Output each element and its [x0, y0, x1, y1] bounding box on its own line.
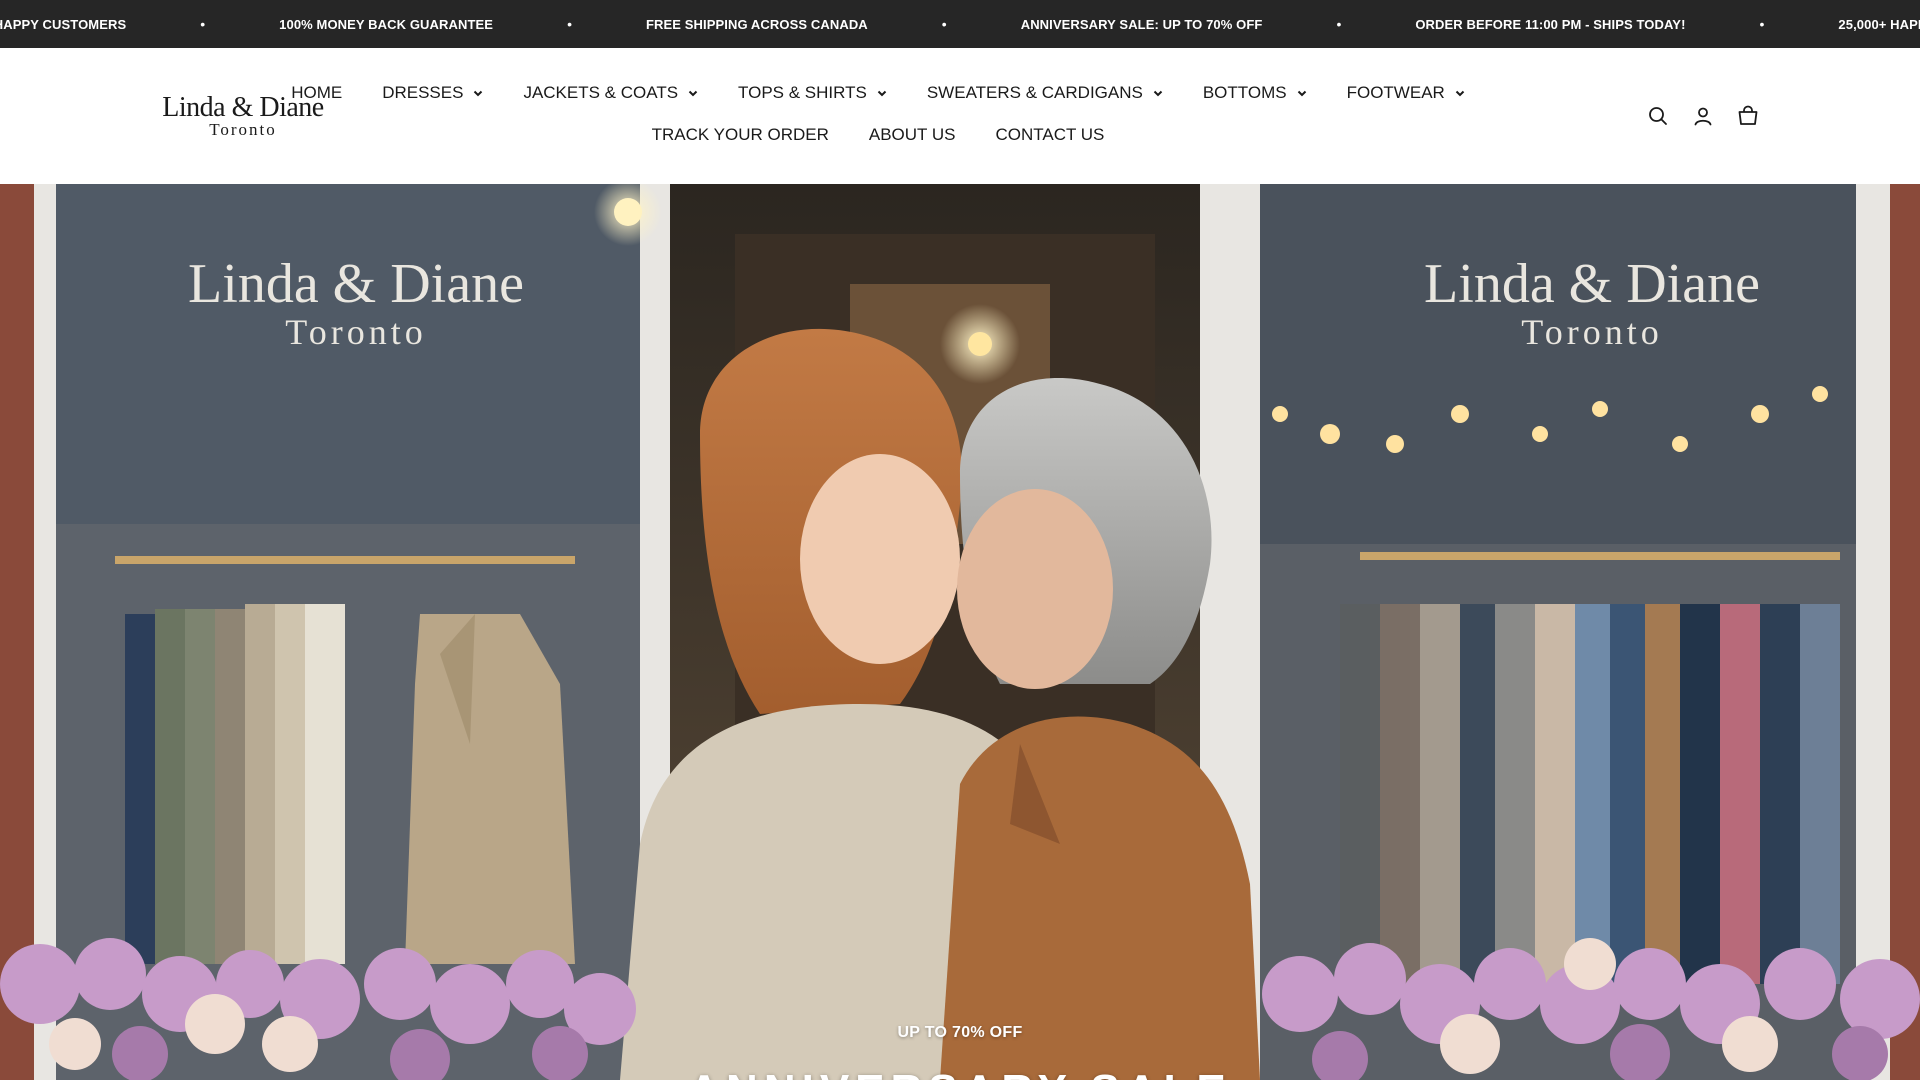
announcement-item: FREE SHIPPING ACROSS CANADA •	[646, 16, 1021, 32]
nav-item-about-us[interactable]: ABOUT US	[869, 124, 956, 146]
announcement-track: 25,000+ HAPPY CUSTOMERS • 100% MONEY BACK…	[0, 0, 1920, 48]
announcement-text: ANNIVERSARY SALE: UP TO 70% OFF	[1020, 16, 1263, 32]
main-nav-row-1: HOME DRESSES JACKETS & COATS TOPS & SHIR…	[0, 82, 1838, 104]
site-header: Linda & Diane Toronto HOME DRESSES JACKE…	[0, 48, 1920, 184]
chevron-down-icon	[1153, 90, 1163, 97]
nav-item-dresses[interactable]: DRESSES	[382, 82, 483, 104]
nav-item-contact-us[interactable]: CONTACT US	[995, 124, 1104, 146]
nav-item-jackets-coats[interactable]: JACKETS & COATS	[523, 82, 698, 104]
announcement-item: ANNIVERSARY SALE: UP TO 70% OFF •	[1021, 16, 1416, 32]
announcement-text: FREE SHIPPING ACROSS CANADA	[646, 16, 868, 32]
announcement-item: ORDER BEFORE 11:00 PM - SHIPS TODAY! •	[1415, 16, 1838, 32]
announcement-separator: •	[1336, 16, 1342, 32]
search-icon[interactable]	[1646, 104, 1670, 128]
chevron-down-icon	[474, 90, 483, 97]
nav-item-home[interactable]: HOME	[291, 82, 342, 104]
nav-item-tops-shirts[interactable]: TOPS & SHIRTS	[738, 82, 887, 104]
nav-label: FOOTWEAR	[1346, 83, 1445, 102]
nav-label: TRACK YOUR ORDER	[651, 125, 829, 144]
nav-item-bottoms[interactable]: BOTTOMS	[1203, 82, 1307, 104]
nav-item-sweaters-cardigans[interactable]: SWEATERS & CARDIGANS	[927, 82, 1163, 104]
nav-label: HOME	[291, 83, 343, 102]
chevron-down-icon	[1455, 90, 1465, 97]
announcement-separator: •	[200, 16, 206, 32]
hero-image: Linda & Diane Toronto Linda & Diane Toro…	[0, 184, 1920, 1080]
announcement-text: 100% MONEY BACK GUARANTEE	[279, 16, 494, 32]
cart-icon[interactable]	[1736, 104, 1760, 128]
window-sign-city-left: Toronto	[285, 312, 426, 352]
announcement-separator: •	[1759, 16, 1765, 32]
announcement-item: 25,000+ HAPPY CUSTOMERS	[1838, 17, 1920, 32]
nav-label: JACKETS & COATS	[523, 83, 679, 102]
account-icon[interactable]	[1691, 104, 1715, 128]
main-nav-row-2: TRACK YOUR ORDER ABOUT US CONTACT US	[0, 124, 1838, 146]
window-sign-name-left: Linda & Diane	[188, 253, 524, 315]
nav-label: DRESSES	[382, 83, 464, 102]
announcement-text: ORDER BEFORE 11:00 PM - SHIPS TODAY!	[1415, 16, 1686, 32]
nav-label: BOTTOMS	[1202, 83, 1287, 102]
chevron-down-icon	[877, 90, 887, 97]
hero-heading: ANNIVERSARY SALE	[0, 1066, 1920, 1080]
chevron-down-icon	[1297, 90, 1306, 97]
chevron-down-icon	[688, 90, 698, 97]
announcement-bar: 25,000+ HAPPY CUSTOMERS • 100% MONEY BACK…	[0, 0, 1920, 48]
announcement-separator: •	[567, 16, 572, 32]
nav-label: TOPS & SHIRTS	[738, 83, 867, 102]
nav-label: ABOUT US	[868, 125, 956, 144]
window-sign-city-right: Toronto	[1521, 312, 1662, 352]
nav-label: SWEATERS & CARDIGANS	[926, 83, 1143, 102]
announcement-separator: •	[941, 16, 947, 32]
nav-label: CONTACT US	[995, 125, 1105, 144]
nav-item-track-order[interactable]: TRACK YOUR ORDER	[652, 124, 829, 146]
announcement-item: 25,000+ HAPPY CUSTOMERS •	[0, 16, 279, 32]
hero-kicker: UP TO 70% OFF	[897, 1024, 1023, 1041]
hero-banner[interactable]: Linda & Diane Toronto Linda & Diane Toro…	[0, 184, 1920, 1080]
announcement-item: 100% MONEY BACK GUARANTEE •	[279, 16, 646, 32]
header-actions	[1646, 104, 1781, 128]
nav-item-footwear[interactable]: FOOTWEAR	[1347, 82, 1465, 104]
announcement-text: 25,000+ HAPPY CUSTOMERS	[0, 16, 127, 32]
window-sign-name-right: Linda & Diane	[1424, 253, 1760, 315]
announcement-text: 25,000+ HAPPY CUSTOMERS	[1838, 16, 1920, 32]
